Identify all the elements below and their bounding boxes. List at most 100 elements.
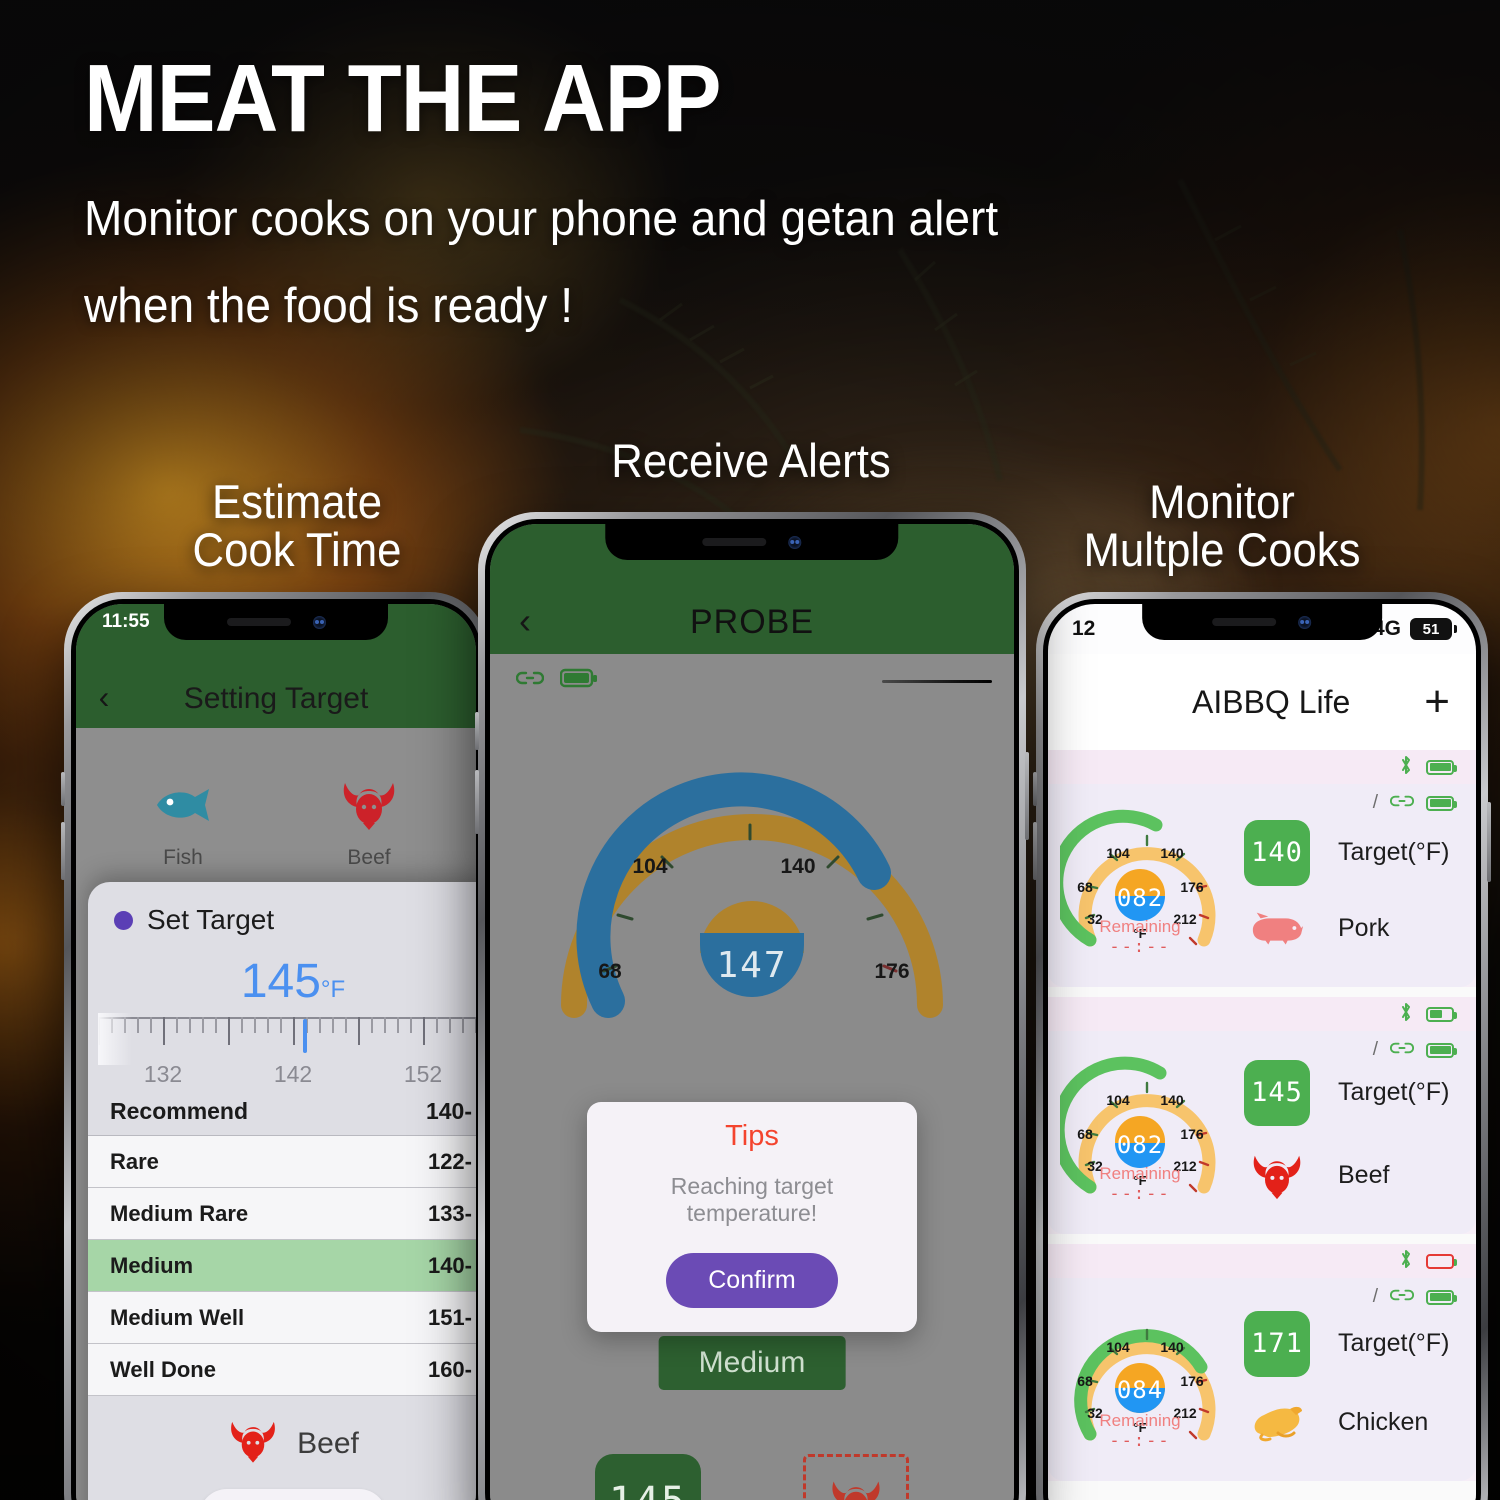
probe-meat-stat[interactable]: Beef bbox=[752, 1454, 960, 1500]
bull-icon bbox=[1244, 1152, 1310, 1200]
chicken-icon bbox=[1244, 1403, 1310, 1443]
card-target-label: Target(°F) bbox=[1338, 1078, 1450, 1106]
caption-estimate-cook-time: Estimate Cook Time bbox=[192, 475, 402, 577]
meat-type-grid: Fish Beef bbox=[76, 728, 476, 870]
card-connection-icons: / bbox=[1372, 1039, 1457, 1061]
volume-up-button[interactable] bbox=[1033, 772, 1037, 806]
gauge-current-value: 084 bbox=[1116, 1376, 1164, 1404]
probe-target-value: 145 bbox=[595, 1454, 701, 1500]
left-nav-title: Setting Target bbox=[183, 682, 369, 715]
ruler-ticks bbox=[98, 1017, 476, 1059]
ruler-edge-fade bbox=[98, 1013, 132, 1065]
confirm-button[interactable]: Confirm bbox=[198, 1489, 387, 1500]
doneness-value: 160- bbox=[427, 1356, 472, 1382]
card-food-row: Beef bbox=[1244, 1152, 1456, 1200]
remaining-value: --:-- bbox=[1109, 1184, 1171, 1204]
card-body: / bbox=[1048, 1278, 1476, 1481]
app-title: AIBBQ Life bbox=[1192, 683, 1351, 720]
fish-icon bbox=[90, 772, 276, 838]
volume-down-button[interactable] bbox=[1033, 822, 1037, 880]
caption-receive-alerts: Receive Alerts bbox=[611, 434, 891, 487]
card-connection-icons: / bbox=[1373, 1286, 1457, 1308]
probe-stats-row: 145 Target(°F) bbox=[490, 1454, 1014, 1500]
temperature-ruler-slider[interactable] bbox=[98, 1013, 476, 1065]
svg-text:104: 104 bbox=[632, 855, 667, 878]
card-status-strip bbox=[1048, 1244, 1476, 1278]
ruler-label: 142 bbox=[273, 1061, 313, 1087]
power-button[interactable] bbox=[1025, 752, 1029, 840]
gauge-current-value: 082 bbox=[1116, 884, 1164, 912]
list-item[interactable]: Well Done 160- bbox=[88, 1344, 476, 1396]
tips-confirm-button[interactable]: Confirm bbox=[666, 1253, 838, 1308]
power-button[interactable] bbox=[1487, 802, 1491, 882]
volume-up-button[interactable] bbox=[61, 772, 65, 806]
list-item[interactable]: Medium Well 151- bbox=[88, 1292, 476, 1344]
card-food-row: Pork bbox=[1244, 912, 1456, 946]
remaining-block: Remaining --:-- bbox=[1099, 917, 1180, 957]
slash-icon: / bbox=[1372, 1039, 1378, 1060]
bull-icon bbox=[276, 772, 462, 838]
link-icon bbox=[515, 670, 545, 692]
doneness-label: Rare bbox=[110, 1148, 159, 1174]
probe-illustration bbox=[882, 680, 992, 683]
list-item-selected[interactable]: Medium 140- bbox=[88, 1240, 476, 1292]
doneness-list: Rare 122- Medium Rare 133- Medium 140- M… bbox=[88, 1135, 476, 1396]
volume-up-button[interactable] bbox=[475, 712, 479, 750]
phone-middle-probe: ‹ PROBE 104 140 68 176 147 Tips Reaching… bbox=[475, 512, 1029, 1500]
bluetooth-icon bbox=[1398, 1001, 1414, 1027]
card-food-row: Chicken bbox=[1244, 1403, 1456, 1443]
cook-card[interactable]: / bbox=[1048, 997, 1476, 1234]
notch bbox=[164, 604, 388, 640]
notch bbox=[605, 524, 899, 560]
volume-down-button[interactable] bbox=[61, 822, 65, 880]
svg-text:140: 140 bbox=[780, 855, 815, 878]
svg-text:68: 68 bbox=[1077, 1373, 1093, 1389]
volume-down-button[interactable] bbox=[475, 770, 479, 834]
probe-nav-title: PROBE bbox=[689, 603, 815, 641]
cook-card[interactable]: / bbox=[1048, 1244, 1476, 1481]
cook-cards-list[interactable]: / 104 140 68 176 32 212 °F 082 Remaining… bbox=[1048, 750, 1476, 1500]
bluetooth-icon bbox=[1398, 1248, 1414, 1274]
card-gauge: 104 140 68 176 32 212 °F 082 Remaining -… bbox=[1051, 1039, 1234, 1220]
front-camera-icon bbox=[1298, 615, 1312, 629]
battery-icon bbox=[1426, 1253, 1457, 1269]
svg-text:104: 104 bbox=[1106, 845, 1130, 861]
tips-dialog: Tips Reaching target temperature! Confir… bbox=[587, 1102, 917, 1332]
list-item[interactable]: Rare 122- bbox=[88, 1136, 476, 1188]
card-info: 140 Target(°F) Pork bbox=[1234, 792, 1456, 973]
bull-icon bbox=[803, 1454, 909, 1500]
status-time: 11:55 bbox=[102, 611, 150, 632]
svg-text:104: 104 bbox=[1106, 1092, 1130, 1108]
ruler-label: 132 bbox=[143, 1061, 183, 1087]
card-status-strip bbox=[1048, 997, 1476, 1031]
card-food-label: Pork bbox=[1338, 914, 1390, 942]
svg-text:68: 68 bbox=[598, 960, 622, 983]
sheet-title: Set Target bbox=[147, 904, 275, 935]
svg-text:176: 176 bbox=[1180, 1373, 1204, 1389]
probe-gauge: 104 140 68 176 147 bbox=[490, 705, 1014, 1045]
sheet-footer: Beef Confirm bbox=[88, 1396, 476, 1500]
add-device-button[interactable]: + bbox=[1424, 679, 1450, 723]
target-temp-display: 145°F bbox=[88, 954, 476, 1009]
sheet-header: Set Target bbox=[88, 882, 476, 936]
recommend-label: Recommend bbox=[110, 1098, 249, 1124]
ruler-indicator bbox=[302, 1019, 307, 1053]
list-item[interactable]: Medium Rare 133- bbox=[88, 1188, 476, 1240]
card-target-label: Target(°F) bbox=[1338, 838, 1450, 866]
meat-tab-beef[interactable]: Beef bbox=[276, 772, 462, 870]
svg-text:140: 140 bbox=[1160, 1092, 1184, 1108]
target-temp-unit: °F bbox=[320, 976, 346, 1003]
battery-icon bbox=[1426, 1289, 1457, 1305]
earpiece-speaker bbox=[1212, 618, 1277, 626]
svg-text:176: 176 bbox=[874, 960, 909, 983]
probe-target-stat[interactable]: 145 Target(°F) bbox=[544, 1454, 752, 1500]
card-target-row: 140 Target(°F) bbox=[1244, 819, 1456, 886]
doneness-label: Medium bbox=[110, 1252, 194, 1278]
card-connection-icons: / bbox=[1373, 792, 1457, 814]
card-info: 171 Target(°F) Chicken bbox=[1234, 1286, 1456, 1467]
card-status-strip bbox=[1048, 750, 1476, 784]
svg-text:176: 176 bbox=[1180, 1126, 1204, 1142]
cook-card[interactable]: / bbox=[1048, 750, 1476, 987]
meat-tab-label: Fish bbox=[163, 846, 203, 869]
meat-tab-fish[interactable]: Fish bbox=[90, 772, 276, 870]
